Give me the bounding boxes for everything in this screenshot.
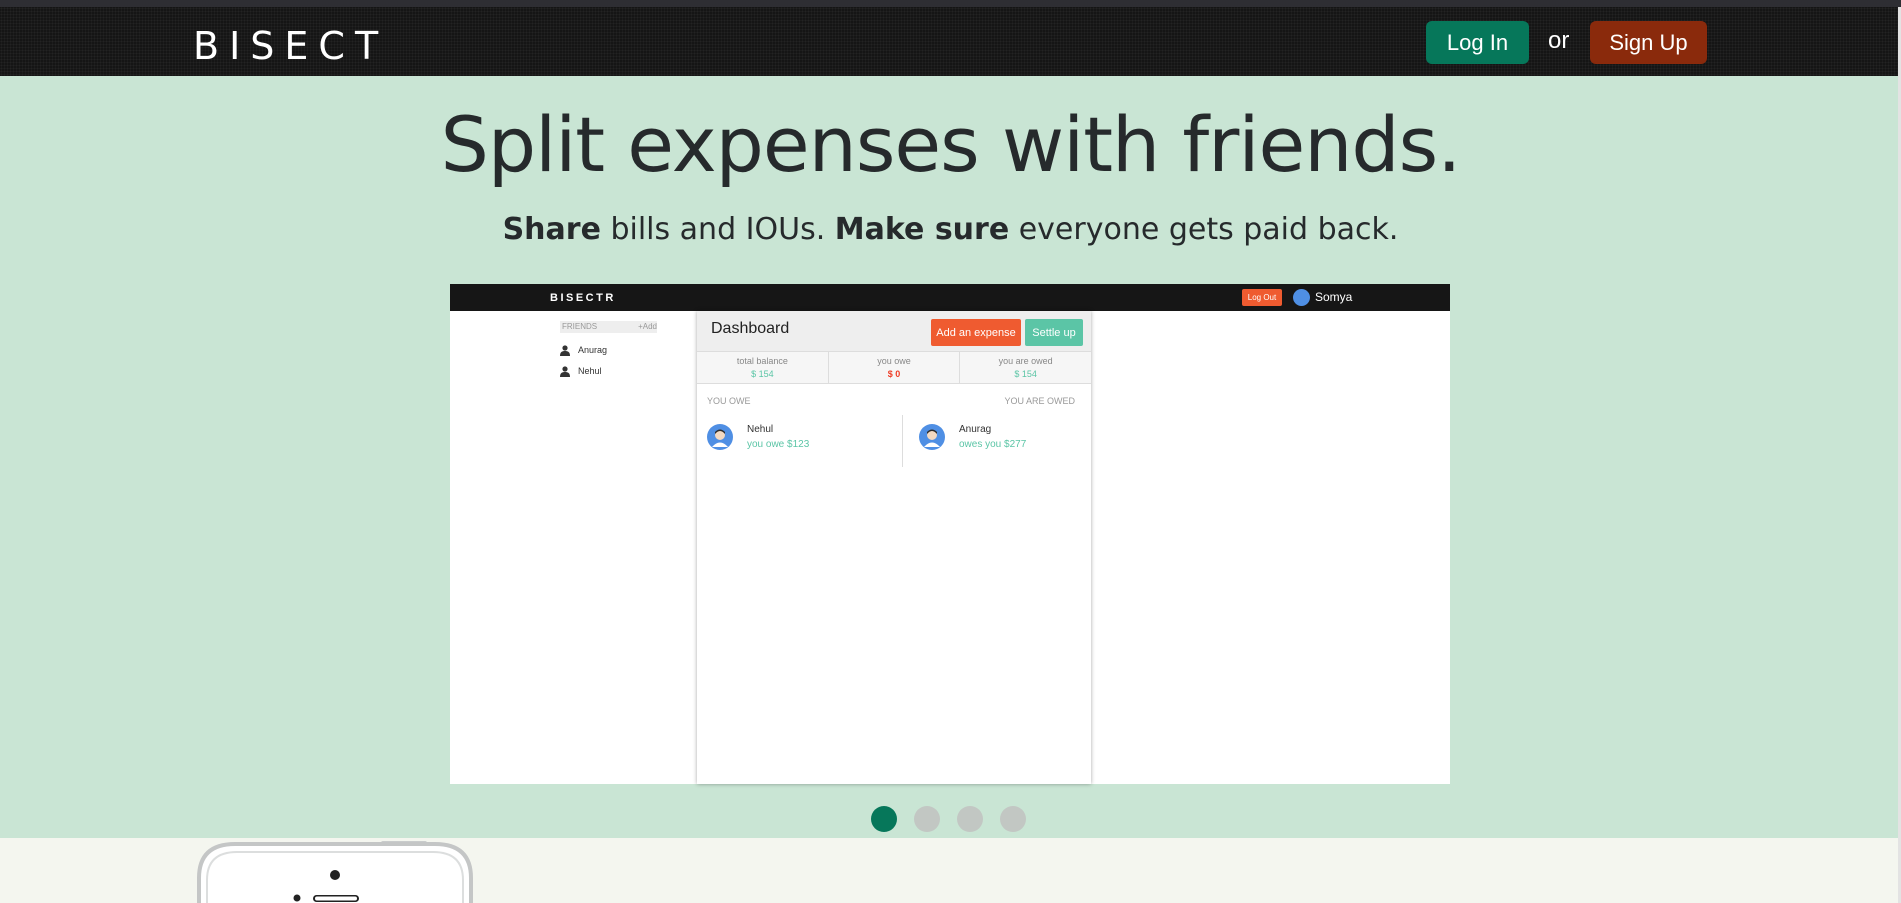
preview-logout-button: Log Out	[1242, 289, 1282, 306]
carousel-dot-2[interactable]	[914, 806, 940, 832]
stat-value: $ 154	[751, 369, 774, 379]
browser-top-strip	[0, 0, 1901, 7]
you-are-owed-heading: YOU ARE OWED	[1004, 396, 1075, 406]
preview-user-avatar-icon	[1293, 289, 1310, 306]
preview-dashboard-panel: Dashboard Add an expense Settle up total…	[697, 311, 1091, 784]
preview-friend-name: Anurag	[578, 345, 608, 355]
signup-button[interactable]: Sign Up	[1590, 21, 1707, 64]
preview-settle-up-button: Settle up	[1025, 319, 1083, 346]
you-owe-heading: YOU OWE	[707, 396, 751, 406]
preview-friend-name: Nehul	[578, 366, 602, 376]
carousel-indicators	[871, 806, 1031, 832]
person-icon	[560, 345, 570, 356]
preview-user-name: Somya	[1315, 290, 1353, 304]
avatar-icon	[919, 424, 945, 450]
stat-value: $ 0	[887, 369, 901, 379]
owe-list-item: Nehul you owe $123	[707, 419, 877, 459]
carousel-dot-3[interactable]	[957, 806, 983, 832]
preview-balance-stats: total balance $ 154 you owe $ 0 you are …	[697, 351, 1091, 384]
hero-subheadline: Share bills and IOUs. Make sure everyone…	[0, 212, 1901, 247]
person-icon	[560, 366, 570, 377]
sub-make-sure: Make sure	[834, 212, 1010, 247]
stat-total-balance: total balance $ 154	[697, 352, 829, 383]
preview-brand: BISECTR	[550, 292, 616, 304]
preview-add-expense-button: Add an expense	[931, 319, 1021, 346]
sub-bills: bills and IOUs.	[600, 212, 835, 247]
stat-label: you owe	[877, 356, 911, 366]
stat-value: $ 154	[1014, 369, 1037, 379]
preview-navbar: BISECTR Log Out Somya	[450, 284, 1450, 311]
preview-add-friend: +Add	[638, 322, 657, 331]
stat-label: total balance	[736, 356, 788, 366]
preview-friends-header: FRIENDS +Add	[560, 321, 657, 333]
hero-headline: Split expenses with friends.	[440, 100, 1462, 189]
stat-you-are-owed: you are owed $ 154	[960, 352, 1091, 383]
carousel-dot-4[interactable]	[1000, 806, 1026, 832]
carousel-dot-1[interactable]	[871, 806, 897, 832]
or-separator: or	[1548, 27, 1570, 54]
brand-logo[interactable]: BISECT	[193, 24, 388, 68]
owed-amount: owes you $277	[959, 439, 1027, 450]
column-divider	[902, 415, 903, 467]
preview-dashboard-title: Dashboard	[711, 320, 790, 337]
avatar-icon	[707, 424, 733, 450]
preview-friend-item: Nehul	[560, 365, 660, 379]
login-button[interactable]: Log In	[1426, 21, 1529, 64]
phone-mockup-icon	[197, 841, 473, 903]
owed-name: Anurag	[959, 424, 992, 435]
stat-label: you are owed	[998, 356, 1053, 366]
preview-friend-item: Anurag	[560, 344, 660, 358]
preview-dashboard-header: Dashboard Add an expense Settle up	[697, 311, 1091, 351]
owe-amount: you owe $123	[747, 439, 810, 450]
owed-list-item: Anurag owes you $277	[919, 419, 1089, 459]
preview-friends-label: FRIENDS	[562, 322, 598, 331]
top-navbar: BISECT Log In or Sign Up	[0, 7, 1901, 76]
sub-paid-back: everyone gets paid back.	[1009, 212, 1399, 247]
stat-you-owe: you owe $ 0	[829, 352, 961, 383]
owe-name: Nehul	[747, 424, 774, 435]
app-preview-screenshot: BISECTR Log Out Somya FRIENDS +Add Anura…	[450, 284, 1450, 784]
sub-share: Share	[502, 212, 601, 247]
